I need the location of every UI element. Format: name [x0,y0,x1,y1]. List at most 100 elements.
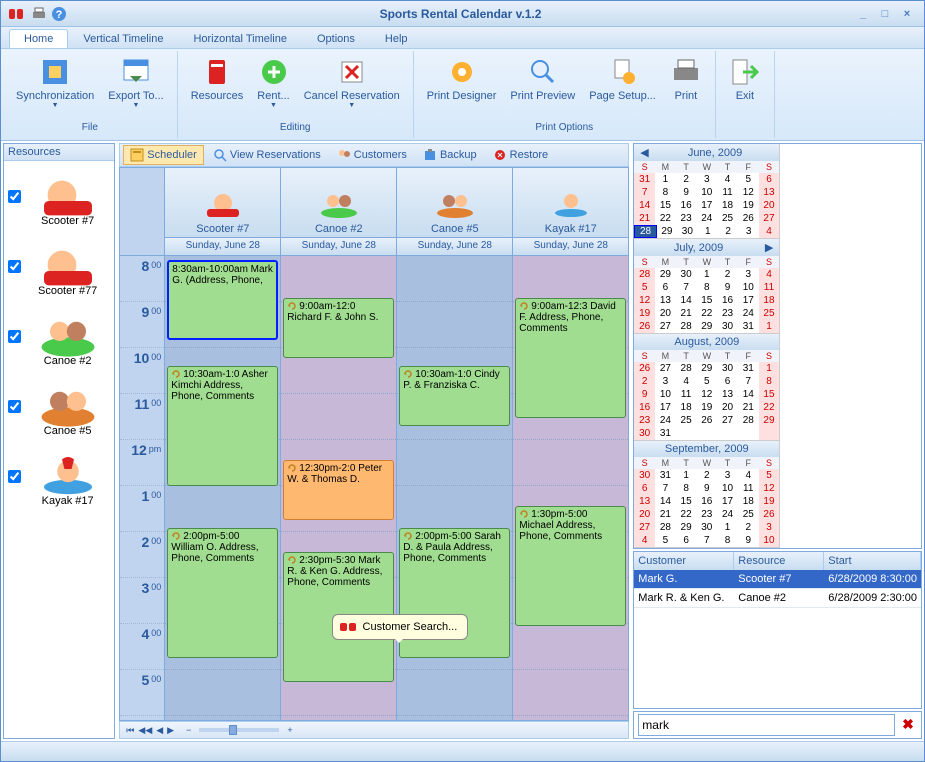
export-button[interactable]: Export To...▼ [101,53,170,122]
tab-home[interactable]: Home [9,29,68,48]
cal-day[interactable]: 1 [655,173,676,186]
cal-day[interactable]: 12 [759,482,780,495]
cal-day[interactable]: 20 [634,508,655,521]
sync-button[interactable]: Synchronization▼ [9,53,101,122]
cal-day[interactable]: 9 [696,482,717,495]
zoom-slider[interactable] [199,728,279,732]
zoom-plus[interactable]: + [287,725,292,735]
cal-day[interactable]: 16 [676,199,697,212]
cal-day[interactable]: 21 [738,401,759,414]
schedule-lane[interactable]: 9:00am-12:0 Richard F. & John S.12:30pm-… [281,256,396,720]
subtab-restore[interactable]: Restore [486,145,556,165]
event[interactable]: 8:30am-10:00am Mark G. (Address, Phone, [167,260,278,340]
event[interactable]: 9:00am-12:3 David F. Address, Phone, Com… [515,298,626,418]
cal-day[interactable]: 19 [634,307,655,320]
cal-day[interactable]: 14 [676,294,697,307]
minimize-button[interactable]: _ [854,8,872,20]
cal-day[interactable]: 20 [759,199,780,212]
cal-day[interactable]: 7 [696,534,717,547]
subtab-scheduler[interactable]: Scheduler [123,145,204,165]
print-preview-button[interactable]: Print Preview [503,53,582,122]
cal-day[interactable]: 1 [759,362,780,375]
cal-day[interactable]: 30 [677,225,697,238]
cal-next[interactable]: ▶ [761,241,777,254]
cal-day[interactable]: 29 [759,414,780,427]
cal-day[interactable]: 13 [717,388,738,401]
cal-day[interactable]: 15 [759,388,780,401]
cal-day[interactable]: 10 [738,281,759,294]
cal-day[interactable]: 9 [738,534,759,547]
cal-day[interactable]: 27 [634,521,655,534]
cal-day[interactable]: 27 [759,212,780,225]
cal-day[interactable]: 30 [717,320,738,333]
cal-day[interactable]: 26 [759,508,780,521]
search-input[interactable] [638,714,895,736]
cal-day[interactable]: 3 [655,375,676,388]
column-header[interactable]: Kayak #17 [513,168,628,238]
cal-day[interactable]: 25 [759,307,780,320]
cal-day[interactable]: 20 [655,307,676,320]
schedule-lane[interactable]: 8:30am-10:00am Mark G. (Address, Phone,1… [165,256,280,720]
cal-day[interactable]: 29 [696,320,717,333]
resource-checkbox[interactable] [8,260,21,273]
cal-day[interactable]: 27 [655,362,676,375]
exit-button[interactable]: Exit [722,53,768,122]
column-header[interactable]: Scooter #7 [165,168,280,238]
cal-day[interactable]: 29 [696,362,717,375]
resource-item[interactable]: Canoe #2 [4,301,114,371]
event[interactable]: 9:00am-12:0 Richard F. & John S. [283,298,394,358]
cal-day[interactable]: 22 [759,401,780,414]
subtab-viewres[interactable]: View Reservations [206,145,328,165]
cal-day[interactable]: 8 [676,482,697,495]
cal-day[interactable] [738,427,759,440]
cal-day[interactable]: 2 [738,521,759,534]
cal-day[interactable]: 7 [738,375,759,388]
cal-day[interactable]: 6 [676,534,697,547]
cal-day[interactable]: 28 [634,268,655,281]
tab-vertical[interactable]: Vertical Timeline [68,29,178,48]
cal-day[interactable]: 19 [738,199,759,212]
col-customer[interactable]: Customer [634,552,734,570]
col-resource[interactable]: Resource [734,552,824,570]
resource-checkbox[interactable] [8,400,21,413]
cal-day[interactable]: 10 [717,482,738,495]
print-designer-button[interactable]: Print Designer [420,53,504,122]
help-icon[interactable]: ? [51,6,67,22]
cal-day[interactable]: 15 [655,199,676,212]
cal-day[interactable]: 14 [738,388,759,401]
cal-day[interactable]: 19 [759,495,780,508]
cal-day[interactable]: 6 [759,173,780,186]
cal-day[interactable]: 26 [738,212,759,225]
cal-day[interactable]: 4 [738,469,759,482]
cal-day[interactable]: 3 [759,521,780,534]
tab-horizontal[interactable]: Horizontal Timeline [178,29,302,48]
cal-day[interactable]: 10 [759,534,780,547]
cal-day[interactable]: 3 [696,173,717,186]
cal-day[interactable]: 9 [634,388,655,401]
cal-day[interactable]: 5 [655,534,676,547]
cal-day[interactable]: 31 [655,427,676,440]
cal-day[interactable]: 5 [634,281,655,294]
cal-day[interactable]: 18 [738,495,759,508]
cal-day[interactable]: 7 [676,281,697,294]
cal-day[interactable]: 2 [717,268,738,281]
cal-day[interactable]: 7 [634,186,655,199]
cal-day[interactable]: 17 [655,401,676,414]
cal-day[interactable]: 21 [634,212,655,225]
cancel-button[interactable]: Cancel Reservation▼ [297,53,407,122]
cal-day[interactable]: 23 [717,307,738,320]
subtab-customers[interactable]: Customers [330,145,414,165]
resource-checkbox[interactable] [8,190,21,203]
cal-day[interactable]: 15 [676,495,697,508]
cal-day[interactable]: 5 [696,375,717,388]
cal-day[interactable]: 3 [717,469,738,482]
cal-prev[interactable]: ◀ [636,146,652,159]
column-header[interactable]: Canoe #5 [397,168,512,238]
print-button[interactable]: Print [663,53,709,122]
cal-day[interactable]: 12 [634,294,655,307]
resource-item[interactable]: Kayak #17 [4,441,114,511]
cal-day[interactable]: 31 [738,320,759,333]
cal-day[interactable]: 4 [759,225,779,238]
cal-day[interactable]: 6 [717,375,738,388]
cal-day[interactable]: 18 [676,401,697,414]
